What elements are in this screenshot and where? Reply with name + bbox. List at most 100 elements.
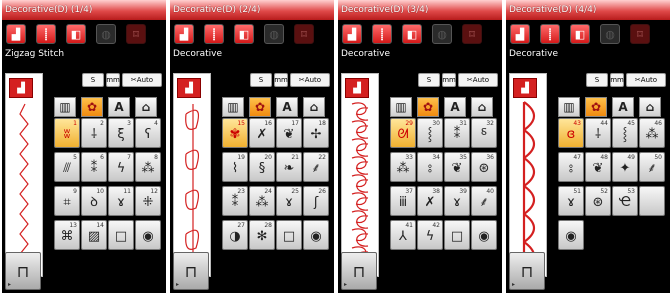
letter-a-tool-icon[interactable]: A [612,97,634,117]
memory-icon[interactable]: ⌑ [630,24,650,44]
stitch-pattern-button[interactable]: 30 ⸾ [417,118,443,148]
stitch-pattern-button[interactable]: ◉ [471,220,497,250]
utility-stitch-icon[interactable]: ⸽ [372,24,392,44]
stitch-pattern-button[interactable]: 13 ⌘ [54,220,80,250]
stitch-pattern-button[interactable]: 53 Ҽ [612,186,638,216]
stitch-pattern-button[interactable]: □ [276,220,302,250]
shirt-tool-icon[interactable]: ⌂ [471,97,493,117]
character-stitch-icon[interactable]: ◧ [234,24,254,44]
stitch-pattern-button[interactable]: 18 ✢ [303,118,329,148]
stitch-pattern-button[interactable]: 51 ɤ [558,186,584,216]
utility-stitch-icon[interactable]: ⸽ [540,24,560,44]
stitch-pattern-button[interactable]: 9 ⌗ [54,186,80,216]
stitch-pattern-button[interactable]: 41 ⅄ [390,220,416,250]
stitch-width-button[interactable]: mm [106,73,120,87]
stitch-pattern-button[interactable]: 42 ϟ [417,220,443,250]
utility-stitch-icon[interactable]: ⸽ [36,24,56,44]
stitch-pattern-button[interactable]: 25 ɤ [276,186,302,216]
stitch-width-button[interactable]: mm [274,73,288,87]
character-stitch-icon[interactable]: ◧ [402,24,422,44]
stitch-length-button[interactable]: S [418,73,440,87]
stitch-pattern-button[interactable]: 43 ɞ [558,118,584,148]
stitch-pattern-button[interactable]: 44 ⸸ [585,118,611,148]
stitch-pattern-button[interactable]: 27 ◑ [222,220,248,250]
stitch-pattern-button[interactable]: 1ʬ [54,118,80,148]
auto-button[interactable]: ✂ Auto [626,73,666,87]
presser-foot-button[interactable]: ⊓ ▸ [341,252,377,290]
character-stitch-icon[interactable]: ◧ [66,24,86,44]
stitch-pattern-button[interactable]: ◉ [558,220,584,250]
bobbin-tool-icon[interactable]: ▥ [558,97,580,117]
flower-tool-icon[interactable]: ✿ [417,97,439,117]
stitch-pattern-button[interactable]: □ [108,220,134,250]
stitch-pattern-button[interactable]: 20 § [249,152,275,182]
stitch-pattern-button[interactable]: 48 ❦ [585,152,611,182]
stitch-pattern-button[interactable]: 7ϟ [108,152,134,182]
presser-foot-button[interactable]: ⊓ ▸ [173,252,209,290]
stitch-pattern-button[interactable]: 22 ⸙ [303,152,329,182]
letter-a-tool-icon[interactable]: A [276,97,298,117]
stitch-pattern-button[interactable]: 16 ✗ [249,118,275,148]
stitch-mode-icon[interactable]: ▟ [342,24,362,44]
stitch-pattern-button[interactable]: 14 ▨ [81,220,107,250]
flower-tool-icon[interactable]: ✿ [81,97,103,117]
auto-button[interactable]: ✂ Auto [458,73,498,87]
bobbin-icon[interactable]: ◍ [264,24,284,44]
stitch-pattern-button[interactable]: 21 ❧ [276,152,302,182]
stitch-pattern-button[interactable]: 47 ⦂ [558,152,584,182]
bobbin-tool-icon[interactable]: ▥ [54,97,76,117]
stitch-pattern-button[interactable]: 10 ꝺ [81,186,107,216]
preview-toggle-icon[interactable]: ▟ [345,78,369,98]
stitch-pattern-button[interactable]: 19 ⌇ [222,152,248,182]
stitch-pattern-button[interactable]: 2 ⸸ [81,118,107,148]
stitch-pattern-button[interactable]: 35 ❦ [444,152,470,182]
stitch-pattern-button[interactable]: 3ξ [108,118,134,148]
presser-foot-button[interactable]: ⊓ ▸ [5,252,41,290]
stitch-pattern-button[interactable]: 12 ⁜ [135,186,161,216]
bobbin-icon[interactable]: ◍ [96,24,116,44]
stitch-pattern-button[interactable]: 40 ⸙ [471,186,497,216]
stitch-mode-icon[interactable]: ▟ [6,24,26,44]
bobbin-tool-icon[interactable]: ▥ [222,97,244,117]
character-stitch-icon[interactable]: ◧ [570,24,590,44]
presser-foot-button[interactable]: ⊓ ▸ [509,252,545,290]
stitch-pattern-button[interactable]: 8 ⁂ [135,152,161,182]
auto-button[interactable]: ✂ Auto [122,73,162,87]
preview-toggle-icon[interactable]: ▟ [513,78,537,98]
stitch-pattern-button[interactable]: 36 ⊛ [471,152,497,182]
auto-button[interactable]: ✂ Auto [290,73,330,87]
stitch-pattern-button[interactable]: 29 ᘛ [390,118,416,148]
stitch-pattern-button[interactable]: 37 ⅲ [390,186,416,216]
stitch-pattern-button[interactable]: 26 ʃ [303,186,329,216]
letter-a-tool-icon[interactable]: A [108,97,130,117]
stitch-pattern-button[interactable]: 11 ɤ [108,186,134,216]
stitch-mode-icon[interactable]: ▟ [510,24,530,44]
bobbin-icon[interactable]: ◍ [432,24,452,44]
flower-tool-icon[interactable]: ✿ [249,97,271,117]
stitch-pattern-button[interactable]: 49 ✦ [612,152,638,182]
stitch-pattern-button[interactable]: 31 ⁑ [444,118,470,148]
stitch-pattern-button[interactable]: ◉ [303,220,329,250]
bobbin-icon[interactable]: ◍ [600,24,620,44]
stitch-pattern-button[interactable]: 34 ⦂ [417,152,443,182]
stitch-width-button[interactable]: mm [442,73,456,87]
stitch-pattern-button[interactable]: 52 ⊛ [585,186,611,216]
stitch-pattern-button[interactable]: 4ʕ [135,118,161,148]
stitch-pattern-button[interactable]: 17 ❦ [276,118,302,148]
stitch-mode-icon[interactable]: ▟ [174,24,194,44]
preview-toggle-icon[interactable]: ▟ [177,78,201,98]
stitch-pattern-button[interactable]: 46 ⁂ [639,118,665,148]
stitch-length-button[interactable]: S [586,73,608,87]
memory-icon[interactable]: ⌑ [294,24,314,44]
stitch-pattern-button[interactable]: 45 ⸾ [612,118,638,148]
stitch-pattern-button[interactable]: 24 ⁂ [249,186,275,216]
stitch-width-button[interactable]: mm [610,73,624,87]
stitch-pattern-button[interactable]: 50 ⸙ [639,152,665,182]
stitch-pattern-button[interactable]: 15 ✾ [222,118,248,148]
stitch-pattern-button[interactable]: 33 ⁂ [390,152,416,182]
flower-tool-icon[interactable]: ✿ [585,97,607,117]
shirt-tool-icon[interactable]: ⌂ [639,97,661,117]
stitch-pattern-button[interactable]: 38 ✗ [417,186,443,216]
stitch-pattern-button[interactable]: 32 ⸹ [471,118,497,148]
utility-stitch-icon[interactable]: ⸽ [204,24,224,44]
